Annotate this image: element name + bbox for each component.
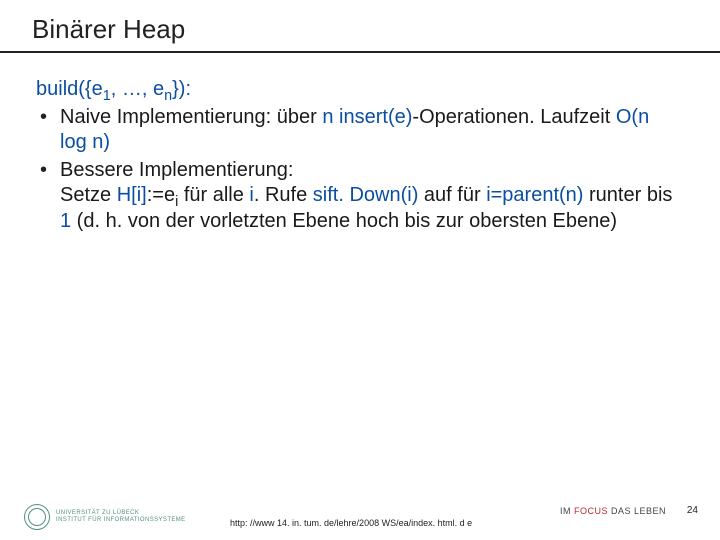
proc-name: build: [36, 78, 78, 100]
slide-title: Binärer Heap: [32, 14, 720, 45]
uni-line2: INSTITUT FÜR INFORMATIONSSYSTEME: [56, 517, 186, 524]
b2-l2c: . Rufe: [254, 184, 313, 206]
b1-pre: Naive Implementierung: über: [60, 106, 322, 128]
bullet-1: Naive Implementierung: über n insert(e)-…: [36, 105, 676, 156]
b2-l2b: für alle: [178, 184, 249, 206]
uni-text-block: UNIVERSITÄT ZU LÜBECK INSTITUT FÜR INFOR…: [56, 510, 186, 523]
bullet-list: Naive Implementierung: über n insert(e)-…: [36, 105, 676, 235]
b2-l3a: runter bis: [583, 184, 672, 206]
b2-assign: :=e: [147, 184, 175, 206]
footer: UNIVERSITÄT ZU LÜBECK INSTITUT FÜR INFOR…: [0, 490, 720, 530]
motto-red: FOCUS: [574, 506, 608, 516]
proc-arg-close: }):: [172, 78, 191, 100]
procedure-signature: build({e1, …, en}):: [36, 77, 676, 103]
proc-arg-mid: , …, e: [111, 78, 164, 100]
b2-l2a: Setze: [60, 184, 117, 206]
b2-ip: i=parent(n): [486, 184, 583, 206]
motto: IM FOCUS DAS LEBEN: [560, 506, 666, 516]
motto-post: DAS LEBEN: [608, 506, 666, 516]
page-number: 24: [687, 505, 698, 516]
b2-l1: Bessere Implementierung:: [60, 159, 293, 181]
b1-n: n: [322, 106, 333, 128]
b2-l2d: auf für: [418, 184, 486, 206]
b2-H: H[i]: [117, 184, 147, 206]
proc-arg-open: ({e: [78, 78, 102, 100]
motto-pre: IM: [560, 506, 574, 516]
proc-sub-1: 1: [103, 88, 111, 104]
b1-post1: -Operationen. Laufzeit: [412, 106, 615, 128]
proc-sub-n: n: [164, 88, 172, 104]
seal-icon: [24, 504, 50, 530]
slide: Binärer Heap build({e1, …, en}): Naive I…: [0, 0, 720, 540]
b2-l3b: (d. h. von der vorletzten Ebene hoch bis…: [71, 210, 617, 232]
b1-insert: insert(e): [339, 106, 412, 128]
source-url: http: //www 14. in. tum. de/lehre/2008 W…: [230, 518, 490, 528]
b2-sift: sift. Down(i): [313, 184, 419, 206]
bullet-2: Bessere Implementierung: Setze H[i]:=ei …: [36, 158, 676, 235]
university-logo: UNIVERSITÄT ZU LÜBECK INSTITUT FÜR INFOR…: [24, 504, 186, 530]
b2-one: 1: [60, 210, 71, 232]
content-area: build({e1, …, en}): Naive Implementierun…: [0, 53, 720, 235]
title-block: Binärer Heap: [0, 0, 720, 53]
uni-line1: UNIVERSITÄT ZU LÜBECK: [56, 510, 186, 517]
